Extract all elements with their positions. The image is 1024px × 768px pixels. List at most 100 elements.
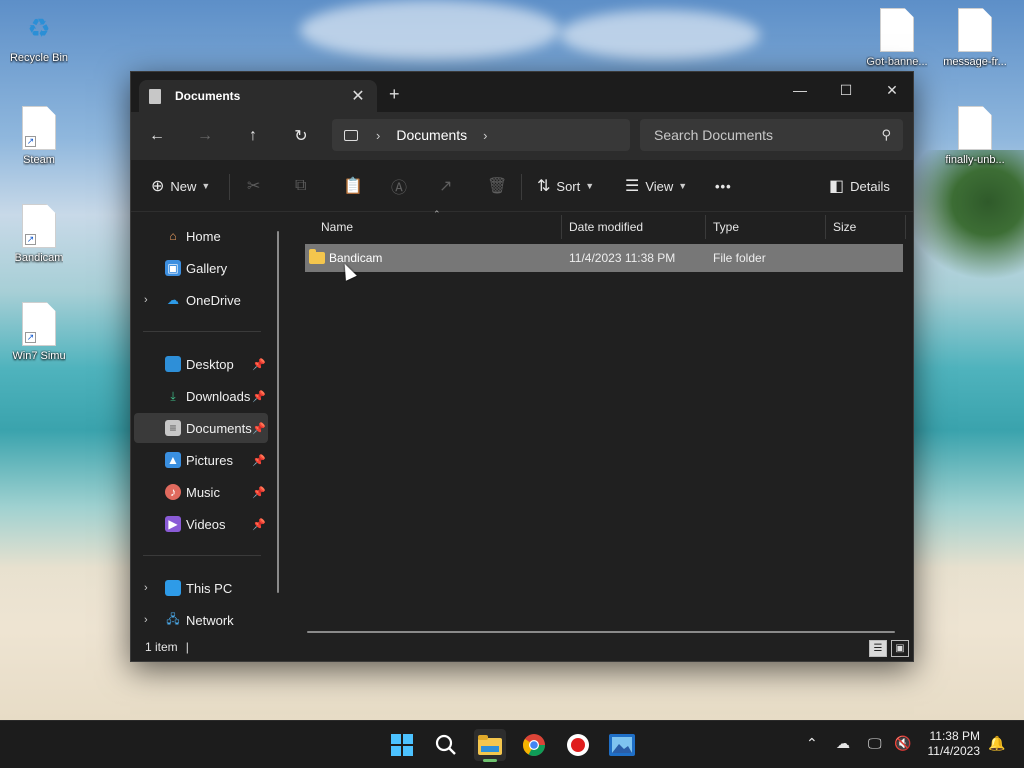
sidebar-item-downloads[interactable]: ⤓ Downloads 📌: [134, 381, 268, 411]
onedrive-tray-icon[interactable]: ☁: [836, 735, 850, 752]
desktop-icon-recycle-bin[interactable]: ♻ Recycle Bin: [4, 8, 74, 65]
cloud: [560, 10, 760, 60]
column-header-date[interactable]: Date modified: [563, 213, 705, 241]
close-window-button[interactable]: ✕: [869, 76, 915, 104]
desktop-icon-label: Steam: [23, 154, 55, 166]
title-bar[interactable]: Documents ✕ + — ☐ ✕: [131, 72, 913, 112]
start-button[interactable]: [386, 729, 418, 761]
tab-documents[interactable]: Documents ✕: [139, 80, 377, 112]
column-divider[interactable]: [561, 215, 562, 239]
file-explorer-window: Documents ✕ + — ☐ ✕ ← → ↑ ↻ › Documents …: [130, 71, 914, 662]
chevron-right-icon[interactable]: ›: [144, 582, 148, 594]
chevron-right-icon[interactable]: ›: [376, 128, 380, 143]
column-divider[interactable]: [825, 215, 826, 239]
file-icon: [880, 8, 914, 52]
onedrive-icon: ☁: [167, 293, 179, 307]
chevron-up-icon[interactable]: ⌃: [806, 735, 818, 752]
sidebar-item-music[interactable]: ♪ Music 📌: [134, 477, 268, 507]
photos-button[interactable]: [606, 729, 638, 761]
search-icon: [435, 734, 456, 755]
column-divider[interactable]: [705, 215, 706, 239]
chevron-right-icon[interactable]: ›: [483, 128, 487, 143]
music-icon: ♪: [165, 484, 181, 500]
new-tab-button[interactable]: +: [389, 84, 400, 105]
refresh-button[interactable]: ↻: [287, 124, 315, 148]
new-label: New: [170, 178, 197, 194]
record-icon: [567, 734, 589, 756]
close-tab-icon[interactable]: ✕: [349, 86, 367, 106]
sidebar-item-gallery[interactable]: ▣ Gallery: [134, 253, 268, 283]
volume-muted-icon[interactable]: 🔇: [894, 735, 911, 752]
delete-button[interactable]: 🗑: [487, 174, 507, 198]
paste-button[interactable]: 📋: [343, 174, 363, 198]
desktop-icon-message[interactable]: message-fr...: [940, 8, 1010, 68]
minimize-button[interactable]: —: [777, 76, 823, 104]
sidebar-item-documents[interactable]: ≡ Documents 📌: [134, 413, 268, 443]
file-shortcut-icon: ↗: [22, 302, 56, 346]
more-options-button[interactable]: •••: [715, 174, 732, 198]
back-button[interactable]: ←: [143, 124, 171, 148]
chevron-right-icon[interactable]: ›: [144, 294, 148, 306]
desktop-icon-finally-unbanned[interactable]: finally-unb...: [940, 106, 1010, 166]
running-indicator: [483, 759, 497, 762]
tiles-view-button[interactable]: ▣: [891, 640, 909, 657]
pin-icon: 📌: [252, 454, 266, 467]
downloads-icon: ⤓: [170, 388, 176, 403]
column-header-type[interactable]: Type: [707, 213, 825, 241]
breadcrumb-documents[interactable]: Documents: [396, 127, 467, 143]
column-header-name[interactable]: Name: [315, 213, 561, 241]
view-button[interactable]: ☰ View ▼: [625, 174, 687, 198]
notification-bell-icon[interactable]: 🔔: [988, 735, 1005, 752]
clock[interactable]: 11:38 PM 11/4/2023: [928, 729, 981, 759]
desktop-icon-got-banned[interactable]: Got-banne...: [862, 8, 932, 68]
copy-button[interactable]: ⧉: [295, 174, 306, 198]
clock-date: 11/4/2023: [927, 744, 981, 758]
sidebar-scrollbar[interactable]: [277, 231, 279, 593]
maximize-button[interactable]: ☐: [823, 76, 869, 104]
tab-title: Documents: [175, 89, 241, 103]
pictures-icon: ▲: [165, 452, 181, 468]
desktop-icon-win7-simu[interactable]: ↗ Win7 Simu: [4, 302, 74, 362]
sidebar-item-network[interactable]: › 🖧 Network: [134, 605, 268, 635]
cloud: [300, 0, 560, 60]
address-bar[interactable]: › Documents ›: [332, 119, 630, 151]
forward-button[interactable]: →: [191, 124, 219, 148]
search-input[interactable]: Search Documents: [654, 127, 881, 143]
cut-button[interactable]: ✂: [247, 174, 260, 198]
search-button[interactable]: [430, 729, 462, 761]
details-pane-icon: ◧: [829, 178, 845, 195]
sidebar-item-label: Downloads: [186, 388, 251, 404]
search-box[interactable]: Search Documents ⚲: [640, 119, 903, 151]
chevron-right-icon[interactable]: ›: [144, 614, 148, 626]
chrome-button[interactable]: [518, 729, 550, 761]
chrome-icon: [523, 734, 545, 756]
desktop-icon-label: Got-banne...: [866, 56, 928, 68]
column-header-size[interactable]: Size: [827, 213, 905, 241]
sidebar-item-desktop[interactable]: Desktop 📌: [134, 349, 268, 379]
search-icon: ⚲: [881, 127, 891, 142]
network-tray-icon[interactable]: 🖵: [868, 735, 882, 752]
recycle-bin-icon: ♻: [27, 12, 51, 43]
record-button[interactable]: [562, 729, 594, 761]
column-divider[interactable]: [905, 215, 906, 239]
share-button[interactable]: ↗: [439, 174, 452, 198]
sidebar-item-this-pc[interactable]: › This PC: [134, 573, 268, 603]
sidebar-item-videos[interactable]: ▶ Videos 📌: [134, 509, 268, 539]
details-view-button[interactable]: ☰: [869, 640, 887, 657]
sidebar-item-pictures[interactable]: ▲ Pictures 📌: [134, 445, 268, 475]
file-shortcut-icon: ↗: [22, 106, 56, 150]
sidebar-item-home[interactable]: ⌂ Home: [134, 221, 268, 251]
desktop-icon-bandicam[interactable]: ↗ Bandicam: [4, 204, 74, 264]
desktop-icon-steam[interactable]: ↗ Steam: [4, 106, 74, 166]
desktop-icon-label: finally-unb...: [945, 154, 1005, 166]
file-explorer-button[interactable]: [474, 729, 506, 762]
up-button[interactable]: ↑: [239, 124, 267, 148]
sidebar-item-onedrive[interactable]: › ☁ OneDrive: [134, 285, 268, 315]
sort-button[interactable]: ⇅ Sort ▼: [537, 174, 594, 198]
chevron-down-icon: ▼: [678, 181, 688, 191]
table-row[interactable]: Bandicam 11/4/2023 11:38 PM File folder: [305, 244, 903, 272]
pin-icon: 📌: [252, 518, 266, 531]
rename-button[interactable]: Ⓐ: [391, 174, 407, 198]
new-button[interactable]: ⊕ New ▼: [151, 174, 210, 198]
details-pane-button[interactable]: ◧ Details: [829, 174, 890, 198]
